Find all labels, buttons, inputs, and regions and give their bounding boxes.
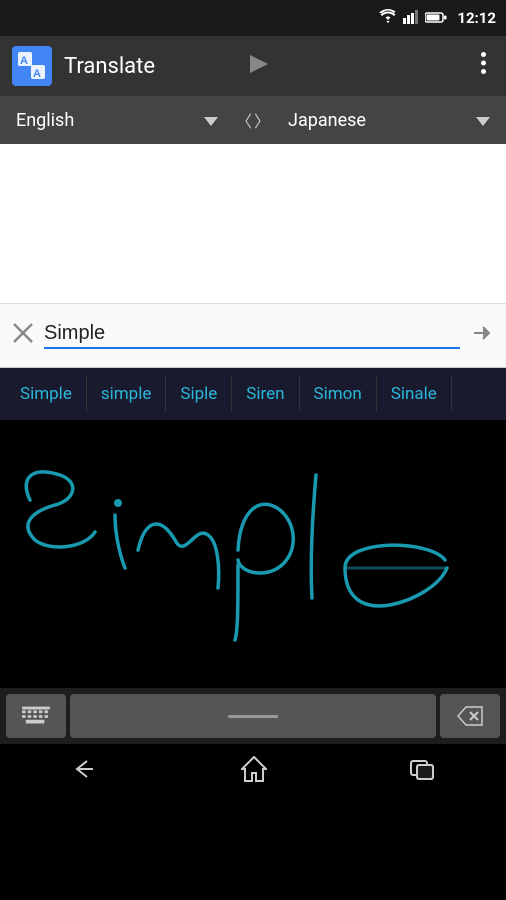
suggestion-item[interactable]: Simon [300,376,377,412]
suggestion-item[interactable]: Siren [232,376,299,412]
clear-button[interactable] [12,322,34,350]
suggestion-item[interactable]: Simple [6,376,87,412]
backspace-button[interactable] [440,694,500,738]
keyboard-bar [0,688,506,744]
suggestion-item[interactable]: simple [87,376,167,412]
recents-button[interactable] [389,749,455,795]
spacebar-line [228,715,278,718]
target-lang-arrow [476,110,490,131]
battery-icon [425,9,447,28]
nav-bar [0,744,506,800]
svg-text:A: A [20,55,28,67]
translate-button[interactable] [470,321,494,351]
handwriting-svg [0,420,506,688]
app-bar: A A Translate [0,36,506,96]
status-bar: 12:12 [0,0,506,36]
overflow-menu-button[interactable] [473,44,494,88]
input-area [0,304,506,368]
swap-left-icon: 〈 [236,108,252,132]
source-lang-arrow [204,110,218,131]
suggestion-item[interactable]: Sinale [377,376,452,412]
app-icon: A A [12,46,52,86]
language-bar: English 〈 〉 Japanese [0,96,506,144]
swap-right-icon: 〉 [254,108,270,132]
keyboard-toggle-button[interactable] [6,694,66,738]
app-title: Translate [64,54,246,79]
source-language-label: English [16,110,74,131]
wifi-icon [379,9,397,27]
suggestion-item[interactable]: Siple [166,376,232,412]
suggestions-bar: Simple simple Siple Siren Simon Sinale [0,368,506,420]
text-input[interactable] [44,322,460,349]
svg-text:A: A [33,68,41,80]
source-language-selector[interactable]: English [8,106,226,135]
handwriting-canvas[interactable] [0,420,506,688]
home-button[interactable] [221,748,287,796]
signal-icon [403,9,419,28]
translation-output-area [0,144,506,304]
status-time: 12:12 [457,9,496,27]
target-language-selector[interactable]: Japanese [280,106,498,135]
back-button[interactable] [51,749,119,795]
spacebar-button[interactable] [70,694,436,738]
swap-languages-button[interactable]: 〈 〉 [226,108,280,132]
target-language-label: Japanese [288,110,366,131]
